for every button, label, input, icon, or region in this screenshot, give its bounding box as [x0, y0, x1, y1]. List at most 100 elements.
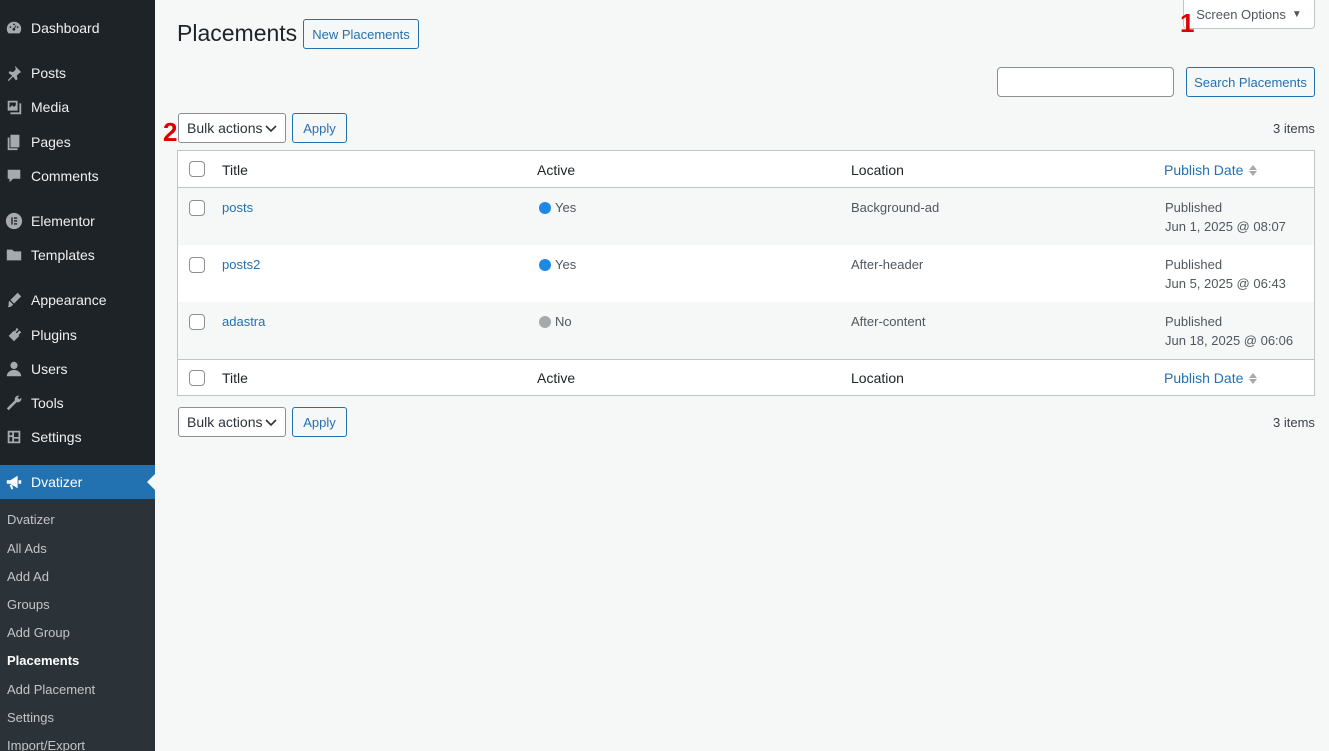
menu-label: Elementor — [31, 213, 95, 229]
annotation-marker-1: 1 — [1180, 8, 1195, 38]
publish-date-label: Publish Date — [1164, 162, 1244, 178]
search-placements-button[interactable]: Search Placements — [1186, 67, 1315, 97]
new-placements-button[interactable]: New Placements — [303, 19, 419, 49]
admin-sidebar: Dashboard Posts Media Pages Comments Ele… — [0, 0, 155, 751]
submenu-item-groups[interactable]: Groups — [7, 597, 50, 612]
pin-icon — [4, 63, 24, 83]
column-active-footer: Active — [537, 370, 576, 386]
row-checkbox[interactable] — [189, 257, 205, 273]
column-title: Title — [222, 162, 248, 178]
menu-item-users[interactable]: Users — [0, 352, 155, 386]
active-value: Yes — [555, 200, 577, 215]
publish-date: Jun 18, 2025 @ 06:06 — [1165, 333, 1294, 348]
menu-item-posts[interactable]: Posts — [0, 56, 155, 90]
menu-item-media[interactable]: Media — [0, 90, 155, 124]
publish-status: Published — [1165, 257, 1223, 272]
menu-label: Dvatizer — [31, 474, 83, 490]
table-row: posts2 Yes After-header Published Jun 5,… — [178, 245, 1314, 302]
menu-item-dvatizer[interactable]: Dvatizer — [0, 465, 155, 499]
menu-label: Comments — [31, 168, 99, 184]
screen-options-button[interactable]: Screen Options ▼ — [1183, 0, 1315, 29]
comment-icon — [4, 166, 24, 186]
chevron-down-icon — [265, 419, 277, 427]
plugin-icon — [4, 325, 24, 345]
table-footer: Title Active Location Publish Date — [178, 359, 1314, 395]
publish-date: Jun 5, 2025 @ 06:43 — [1165, 276, 1286, 291]
column-publish-date-sort[interactable]: Publish Date — [1164, 162, 1258, 178]
publish-status: Published — [1165, 200, 1223, 215]
placements-table: Title Active Location Publish Date posts… — [177, 150, 1315, 396]
row-checkbox[interactable] — [189, 314, 205, 330]
placement-title-link[interactable]: posts — [222, 200, 253, 215]
placement-title-link[interactable]: adastra — [222, 314, 265, 329]
folder-icon — [4, 245, 24, 265]
submenu-item-all-ads[interactable]: All Ads — [7, 541, 47, 556]
active-status: Yes — [539, 200, 576, 215]
settings-icon — [4, 427, 24, 447]
column-location-footer: Location — [851, 370, 904, 386]
menu-label: Appearance — [31, 292, 107, 308]
location-value: Background-ad — [851, 200, 940, 215]
placement-title-link[interactable]: posts2 — [222, 257, 260, 272]
sort-icon — [1249, 164, 1258, 176]
menu-label: Media — [31, 99, 70, 115]
items-count-top: 3 items — [1273, 121, 1315, 136]
menu-item-comments[interactable]: Comments — [0, 159, 155, 193]
table-row: adastra No After-content Published Jun 1… — [178, 302, 1314, 359]
bulk-actions-label: Bulk actions — [187, 414, 263, 430]
submenu-item-add-group[interactable]: Add Group — [7, 625, 70, 640]
chevron-down-icon — [265, 125, 277, 133]
row-checkbox[interactable] — [189, 200, 205, 216]
column-title-footer: Title — [222, 370, 248, 386]
wrench-icon — [4, 393, 24, 413]
column-location: Location — [851, 162, 904, 178]
submenu-item-add-placement[interactable]: Add Placement — [7, 682, 95, 697]
select-all-checkbox-footer[interactable] — [189, 370, 205, 386]
menu-label: Posts — [31, 65, 67, 81]
apply-button-top[interactable]: Apply — [292, 113, 347, 143]
caret-down-icon: ▼ — [1291, 8, 1302, 20]
sort-icon — [1249, 372, 1258, 384]
submenu-item-dvatizer[interactable]: Dvatizer — [7, 512, 55, 527]
publish-date: Jun 1, 2025 @ 08:07 — [1165, 219, 1286, 234]
search-input[interactable] — [997, 67, 1174, 97]
brush-icon — [4, 290, 24, 310]
screen-options-label: Screen Options — [1196, 6, 1286, 22]
apply-button-bottom[interactable]: Apply — [292, 407, 347, 437]
active-value: No — [555, 314, 572, 329]
media-icon — [4, 97, 24, 117]
menu-label: Settings — [31, 429, 82, 445]
bulk-actions-label: Bulk actions — [187, 120, 263, 136]
menu-item-settings[interactable]: Settings — [0, 420, 155, 454]
active-value: Yes — [555, 257, 577, 272]
submenu-item-add-ad[interactable]: Add Ad — [7, 569, 49, 584]
menu-item-pages[interactable]: Pages — [0, 125, 155, 159]
menu-item-templates[interactable]: Templates — [0, 238, 155, 272]
submenu-item-import-export[interactable]: Import/Export — [7, 738, 85, 751]
menu-item-plugins[interactable]: Plugins — [0, 318, 155, 352]
menu-item-elementor[interactable]: Elementor — [0, 204, 155, 238]
table-header: Title Active Location Publish Date — [178, 151, 1314, 188]
dashboard-icon — [4, 18, 24, 38]
bulk-actions-select-bottom[interactable]: Bulk actions — [178, 407, 286, 437]
active-status: No — [539, 314, 572, 329]
menu-label: Plugins — [31, 327, 77, 343]
select-all-checkbox[interactable] — [189, 161, 205, 177]
page-title: Placements — [177, 20, 298, 46]
submenu-item-placements[interactable]: Placements — [7, 653, 79, 668]
submenu-item-settings[interactable]: Settings — [7, 710, 54, 725]
bulk-actions-select[interactable]: Bulk actions — [178, 113, 286, 143]
column-publish-date-sort-footer[interactable]: Publish Date — [1164, 370, 1258, 386]
menu-item-appearance[interactable]: Appearance — [0, 283, 155, 317]
column-active: Active — [537, 162, 576, 178]
items-count-bottom: 3 items — [1273, 415, 1315, 430]
location-value: After-header — [851, 257, 924, 272]
menu-item-tools[interactable]: Tools — [0, 386, 155, 420]
status-dot-icon — [539, 315, 551, 328]
user-icon — [4, 359, 24, 379]
megaphone-icon — [4, 472, 24, 492]
status-dot-icon — [539, 201, 551, 214]
status-dot-icon — [539, 258, 551, 271]
dvatizer-submenu: Dvatizer All Ads Add Ad Groups Add Group… — [0, 499, 155, 751]
menu-item-dashboard[interactable]: Dashboard — [0, 11, 155, 45]
